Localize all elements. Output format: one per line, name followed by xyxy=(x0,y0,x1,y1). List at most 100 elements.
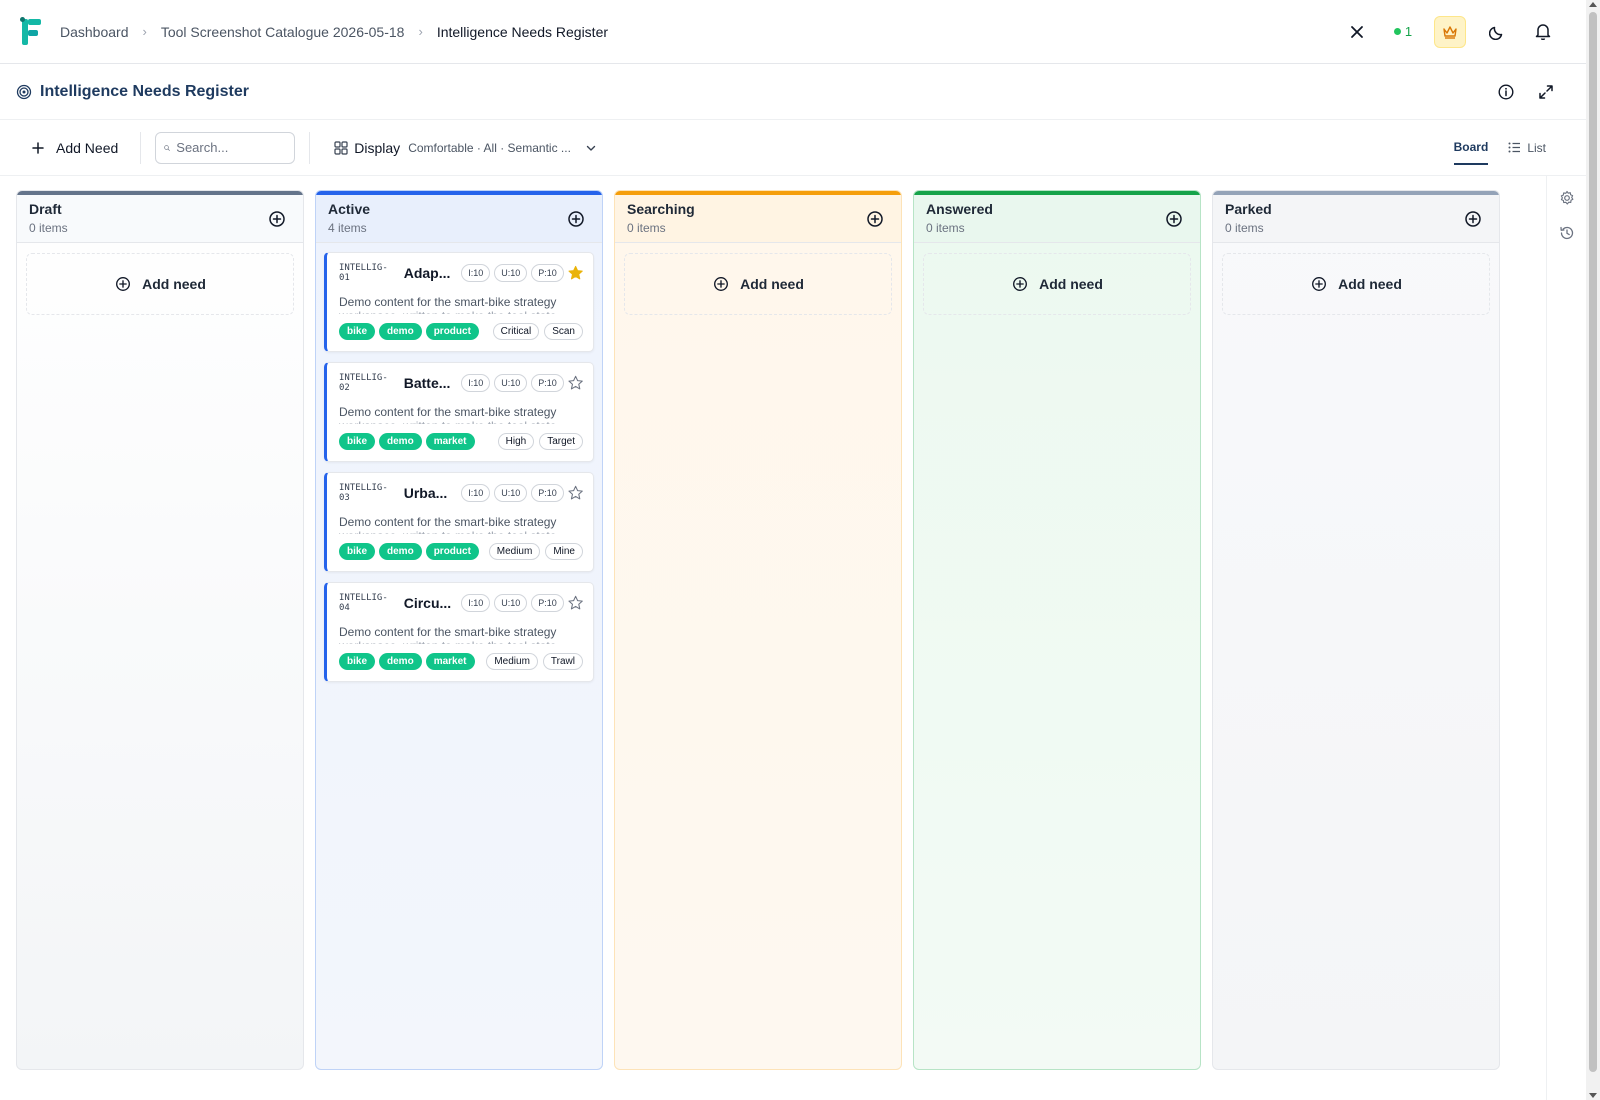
display-label: Display xyxy=(354,139,401,156)
moon-icon xyxy=(1489,26,1503,40)
search-box[interactable] xyxy=(155,131,296,164)
card-description-overflow: workspace, written to make the tool stat… xyxy=(339,529,569,534)
tab-list[interactable]: List xyxy=(1508,131,1546,165)
scrollbar[interactable] xyxy=(1586,0,1600,1100)
card-id: INTELLIG-04 xyxy=(339,593,388,613)
star-outline-icon[interactable] xyxy=(568,595,583,611)
tag: bike xyxy=(339,432,376,450)
tag: product xyxy=(425,542,479,560)
toolbar: Add Need Display Comfortable · All · Sem… xyxy=(0,120,1586,176)
add-need-label: Add need xyxy=(142,276,206,292)
add-circle-icon xyxy=(1312,277,1327,291)
add-circle-icon[interactable] xyxy=(1164,209,1184,229)
add-need-button[interactable]: Add Need xyxy=(16,131,134,165)
column-count: 4 items xyxy=(328,221,367,235)
impact-score: I:10 xyxy=(461,594,491,612)
urgency-score: U:10 xyxy=(494,484,528,502)
info-icon xyxy=(1498,83,1514,100)
online-users-indicator[interactable]: 1 xyxy=(1380,15,1426,49)
column-title: Searching xyxy=(627,201,695,217)
scroll-down-icon[interactable] xyxy=(1589,1093,1597,1098)
app-logo[interactable] xyxy=(20,16,42,47)
column-title: Answered xyxy=(926,201,993,217)
add-circle-icon[interactable] xyxy=(865,209,885,229)
method-badge: Trawl xyxy=(542,652,583,670)
add-circle-icon[interactable] xyxy=(267,209,287,229)
notifications-button[interactable] xyxy=(1520,15,1566,49)
column-count: 0 items xyxy=(1225,221,1264,235)
column-count: 0 items xyxy=(926,221,965,235)
card-title: Circu... xyxy=(403,595,452,611)
tag: demo xyxy=(379,652,422,670)
expand-icon xyxy=(1539,84,1553,99)
impact-score: I:10 xyxy=(461,484,491,502)
add-need-placeholder[interactable]: Add need xyxy=(624,253,892,315)
urgency-score: U:10 xyxy=(494,374,528,392)
star-filled-icon[interactable] xyxy=(568,265,583,281)
add-need-placeholder[interactable]: Add need xyxy=(923,253,1191,315)
column-parked: Parked 0 items Add need xyxy=(1212,190,1500,1070)
page-header: Intelligence Needs Register xyxy=(0,64,1586,120)
display-options-button[interactable]: Display Comfortable · All · Semantic ... xyxy=(316,131,615,165)
card-description-overflow: workspace, written to make the tool stat… xyxy=(339,639,569,644)
breadcrumb: Dashboard › Tool Screenshot Catalogue 20… xyxy=(60,24,608,40)
tag: demo xyxy=(379,432,422,450)
tag: bike xyxy=(339,542,376,560)
tag: product xyxy=(425,322,479,340)
scroll-up-icon[interactable] xyxy=(1589,2,1597,7)
add-circle-icon[interactable] xyxy=(566,209,586,229)
tag: demo xyxy=(379,322,422,340)
close-button[interactable] xyxy=(1334,15,1380,49)
urgency-score: U:10 xyxy=(494,264,528,282)
add-need-label: Add need xyxy=(740,276,804,292)
scrollbar-thumb[interactable] xyxy=(1589,12,1597,1072)
add-need-placeholder[interactable]: Add need xyxy=(1222,253,1490,315)
need-card[interactable]: INTELLIG-04 Circu... I:10 U:10 P:10 Demo… xyxy=(324,582,594,682)
card-id: INTELLIG-01 xyxy=(339,263,388,283)
card-id: INTELLIG-02 xyxy=(339,373,388,393)
method-badge: Target xyxy=(539,432,583,450)
star-outline-icon[interactable] xyxy=(568,485,583,501)
breadcrumb-catalogue[interactable]: Tool Screenshot Catalogue 2026-05-18 xyxy=(161,24,405,40)
tag: demo xyxy=(379,542,422,560)
add-circle-icon[interactable] xyxy=(1463,209,1483,229)
tag: bike xyxy=(339,322,376,340)
need-card[interactable]: INTELLIG-03 Urba... I:10 U:10 P:10 Demo … xyxy=(324,472,594,572)
column-active: Active 4 items INTELLIG-01 Adap... I:10 … xyxy=(315,190,603,1070)
priority-score: P:10 xyxy=(531,264,564,282)
page-title: Intelligence Needs Register xyxy=(40,82,249,100)
chevron-right-icon: › xyxy=(142,24,147,39)
card-description-overflow: workspace, written to make the tool stat… xyxy=(339,309,569,314)
card-id: INTELLIG-03 xyxy=(339,483,388,503)
fullscreen-button[interactable] xyxy=(1534,80,1558,104)
impact-score: I:10 xyxy=(461,374,491,392)
card-title: Adap... xyxy=(403,265,451,281)
list-icon xyxy=(1508,142,1521,153)
card-title: Batte... xyxy=(403,375,451,391)
column-title: Active xyxy=(328,201,371,217)
priority-score: P:10 xyxy=(531,374,564,392)
column-count: 0 items xyxy=(29,221,68,235)
need-card[interactable]: INTELLIG-02 Batte... I:10 U:10 P:10 Demo… xyxy=(324,362,594,462)
add-circle-icon xyxy=(714,277,729,291)
add-need-label: Add need xyxy=(1039,276,1103,292)
history-icon[interactable] xyxy=(1559,225,1575,241)
need-card[interactable]: INTELLIG-01 Adap... I:10 U:10 P:10 Demo … xyxy=(324,252,594,352)
target-icon xyxy=(16,84,32,99)
info-button[interactable] xyxy=(1494,80,1518,104)
impact-score: I:10 xyxy=(461,264,491,282)
theme-toggle-button[interactable] xyxy=(1474,15,1520,49)
premium-button[interactable] xyxy=(1434,15,1466,48)
gear-icon[interactable] xyxy=(1559,190,1575,206)
tab-board[interactable]: Board xyxy=(1453,131,1489,165)
priority-badge: Medium xyxy=(488,542,541,560)
close-icon xyxy=(1351,25,1363,38)
breadcrumb-dashboard[interactable]: Dashboard xyxy=(60,24,129,40)
online-count: 1 xyxy=(1404,24,1413,39)
display-summary: Comfortable · All · Semantic ... xyxy=(408,140,571,155)
add-need-placeholder[interactable]: Add need xyxy=(26,253,294,315)
grid-icon xyxy=(334,140,348,155)
search-input[interactable] xyxy=(176,140,287,155)
star-outline-icon[interactable] xyxy=(568,375,583,391)
crown-icon xyxy=(1443,25,1457,39)
